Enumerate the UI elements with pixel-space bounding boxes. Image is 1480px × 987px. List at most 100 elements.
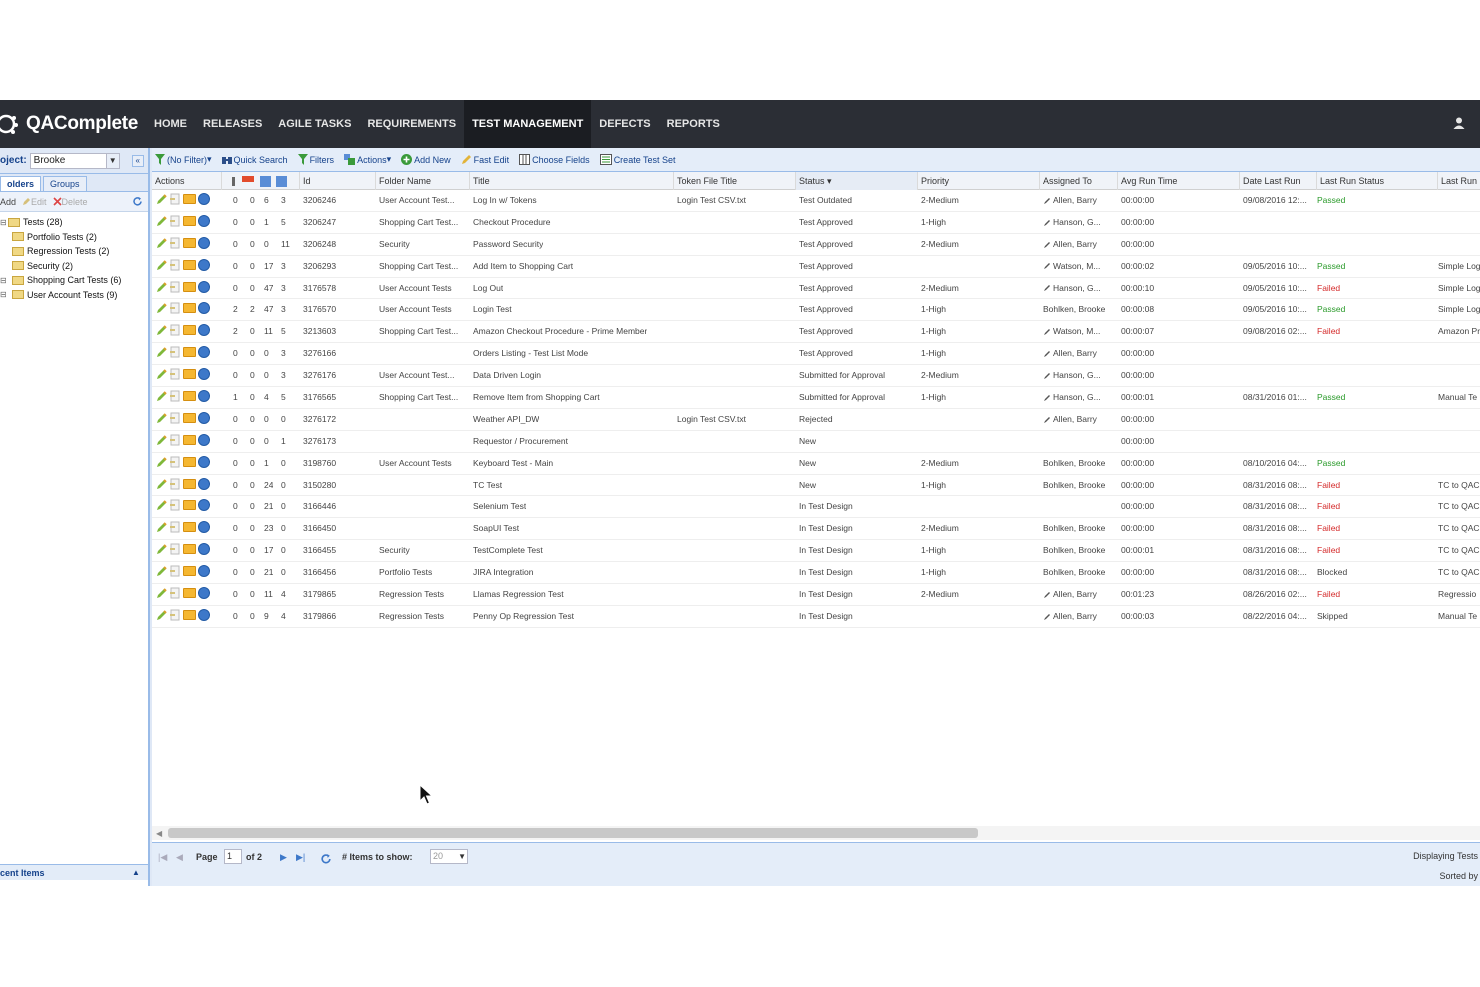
email-icon[interactable] (183, 412, 196, 423)
pencil-icon[interactable] (1043, 197, 1051, 205)
edit-pencil-icon[interactable] (156, 521, 168, 533)
tree-node[interactable]: Regression Tests (2) (0, 244, 148, 259)
choose-fields-button[interactable]: Choose Fields (519, 154, 590, 165)
cell-title[interactable]: Requestor / Procurement (470, 431, 568, 452)
user-icon[interactable] (1452, 116, 1466, 130)
tree-node[interactable]: ⊟ User Account Tests (9) (0, 288, 148, 303)
email-icon[interactable] (183, 369, 196, 380)
col-last-run[interactable]: Last Run (1438, 172, 1480, 190)
col-counters[interactable] (222, 172, 300, 190)
run-test-icon[interactable] (169, 193, 181, 205)
table-row[interactable]: 0 0 1 0 3198760 User Account Tests Keyboard Te… (152, 453, 1480, 475)
cell-title[interactable]: Login Test (470, 299, 512, 320)
run-test-icon[interactable] (169, 412, 181, 424)
edit-pencil-icon[interactable] (156, 346, 168, 358)
tab-folders[interactable]: olders (0, 176, 42, 191)
edit-pencil-icon[interactable] (156, 302, 168, 314)
pencil-icon[interactable] (1043, 219, 1051, 227)
run-test-icon[interactable] (169, 302, 181, 314)
cell-title[interactable]: Weather API_DW (470, 409, 539, 430)
edit-pencil-icon[interactable] (156, 609, 168, 621)
run-test-icon[interactable] (169, 521, 181, 533)
tree-expander-icon[interactable]: ⊟ (0, 276, 8, 285)
cell-title[interactable]: JIRA Integration (470, 562, 533, 583)
edit-pencil-icon[interactable] (156, 324, 168, 336)
edit-pencil-icon[interactable] (156, 281, 168, 293)
col-assigned-to[interactable]: Assigned To (1040, 172, 1118, 190)
cell-title[interactable]: Log Out (470, 278, 503, 299)
table-row[interactable]: 1 0 4 5 3176565 Shopping Cart Test... Remove I… (152, 387, 1480, 409)
run-test-icon[interactable] (169, 281, 181, 293)
run-test-icon[interactable] (169, 565, 181, 577)
col-token-file-title[interactable]: Token File Title (674, 172, 796, 190)
edit-pencil-icon[interactable] (156, 565, 168, 577)
prev-page-icon[interactable]: ◀ (176, 849, 183, 865)
table-row[interactable]: 0 0 1 5 3206247 Shopping Cart Test... Checkout… (152, 212, 1480, 234)
history-icon[interactable] (198, 258, 210, 271)
email-icon[interactable] (183, 303, 196, 314)
run-test-icon[interactable] (169, 456, 181, 468)
run-test-icon[interactable] (169, 434, 181, 446)
collapse-panel-button[interactable]: « (131, 154, 144, 167)
email-icon[interactable] (183, 500, 196, 511)
email-icon[interactable] (183, 588, 196, 599)
nav-agile-tasks[interactable]: AGILE TASKS (270, 100, 359, 148)
run-test-icon[interactable] (169, 346, 181, 358)
history-icon[interactable] (198, 214, 210, 227)
history-icon[interactable] (198, 280, 210, 293)
refresh-icon[interactable] (132, 196, 143, 207)
cell-title[interactable]: Add Item to Shopping Cart (470, 256, 573, 277)
pencil-icon[interactable] (1043, 591, 1051, 599)
nav-test-management[interactable]: TEST MANAGEMENT (464, 100, 592, 148)
email-icon[interactable] (183, 544, 196, 555)
history-icon[interactable] (198, 368, 210, 381)
edit-pencil-icon[interactable] (156, 412, 168, 424)
col-status[interactable]: Status ▾ (796, 172, 918, 190)
run-test-icon[interactable] (169, 499, 181, 511)
pencil-icon[interactable] (1043, 613, 1051, 621)
tree-expander-icon[interactable]: ⊟ (0, 218, 8, 227)
cell-title[interactable]: SoapUI Test (470, 518, 519, 539)
email-icon[interactable] (183, 194, 196, 204)
pencil-icon[interactable] (1043, 241, 1051, 249)
fast-edit-button[interactable]: Fast Edit (461, 154, 509, 165)
add-new-button[interactable]: Add New (401, 154, 451, 165)
project-select[interactable]: Brooke ▼ (29, 152, 120, 169)
email-icon[interactable] (183, 281, 196, 292)
run-test-icon[interactable] (169, 368, 181, 380)
table-row[interactable]: 0 0 9 4 3179866 Regression Tests Penny Op Regr… (152, 606, 1480, 628)
table-row[interactable]: 0 0 21 0 3166446 Selenium Test In Test Design 0… (152, 496, 1480, 519)
history-icon[interactable] (198, 324, 210, 337)
tab-groups[interactable]: Groups (43, 176, 87, 191)
cell-title[interactable]: Amazon Checkout Procedure - Prime Member (470, 321, 647, 342)
table-row[interactable]: 0 0 47 3 3176578 User Account Tests Log Out Tes… (152, 278, 1480, 300)
edit-pencil-icon[interactable] (156, 193, 168, 205)
run-test-icon[interactable] (169, 237, 181, 249)
run-test-icon[interactable] (169, 324, 181, 336)
actions-dropdown[interactable]: Actions ▾ (344, 154, 391, 165)
run-test-icon[interactable] (169, 587, 181, 599)
cell-title[interactable]: Data Driven Login (470, 365, 541, 386)
history-icon[interactable] (198, 543, 210, 556)
history-icon[interactable] (198, 565, 210, 578)
nav-reports[interactable]: REPORTS (659, 100, 728, 148)
email-icon[interactable] (183, 237, 196, 248)
table-row[interactable]: 2 0 11 5 3213603 Shopping Cart Test... Amazon … (152, 321, 1480, 344)
table-row[interactable]: 0 0 0 3 3276166 Orders Listing - Test List Mo… (152, 343, 1480, 366)
email-icon[interactable] (183, 478, 196, 489)
col-folder-name[interactable]: Folder Name (376, 172, 470, 190)
history-icon[interactable] (198, 346, 210, 359)
email-icon[interactable] (183, 566, 196, 577)
table-row[interactable]: 0 0 11 4 3179865 Regression Tests Llamas Regre… (152, 584, 1480, 606)
scroll-left-icon[interactable]: ◀ (156, 829, 162, 838)
table-row[interactable]: 0 0 21 0 3166456 Portfolio Tests JIRA Integrat… (152, 562, 1480, 585)
filters-button[interactable]: Filters (297, 154, 334, 165)
history-icon[interactable] (198, 193, 210, 205)
edit-pencil-icon[interactable] (156, 215, 168, 227)
table-row[interactable]: 0 0 24 0 3150280 TC Test New 1-High 00:00:00 08/3… (152, 475, 1480, 497)
run-test-icon[interactable] (169, 259, 181, 271)
tree-node[interactable]: ⊟ Shopping Cart Tests (6) (0, 273, 148, 288)
refresh-icon[interactable] (320, 851, 332, 867)
col-avg-run-time[interactable]: Avg Run Time (1118, 172, 1240, 190)
edit-pencil-icon[interactable] (156, 368, 168, 380)
